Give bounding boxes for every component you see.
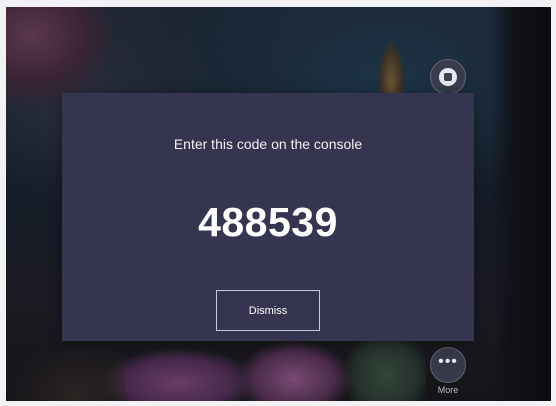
pairing-code-dialog: Enter this code on the console 488539 Di…: [62, 93, 474, 341]
dismiss-button[interactable]: Dismiss: [216, 290, 320, 331]
background-bushes: [96, 331, 426, 401]
background-tower: [491, 7, 551, 401]
app-frame: ••• More Enter this code on the console …: [6, 7, 551, 401]
dialog-title: Enter this code on the console: [173, 136, 363, 152]
more-label: More: [437, 385, 459, 395]
background-tree: [6, 7, 116, 107]
more-button[interactable]: •••: [430, 347, 466, 383]
background-ground: [6, 341, 126, 401]
more-icon: •••: [438, 353, 458, 370]
camera-icon: [439, 68, 457, 86]
pairing-code: 488539: [198, 199, 338, 245]
camera-button[interactable]: [430, 59, 466, 95]
